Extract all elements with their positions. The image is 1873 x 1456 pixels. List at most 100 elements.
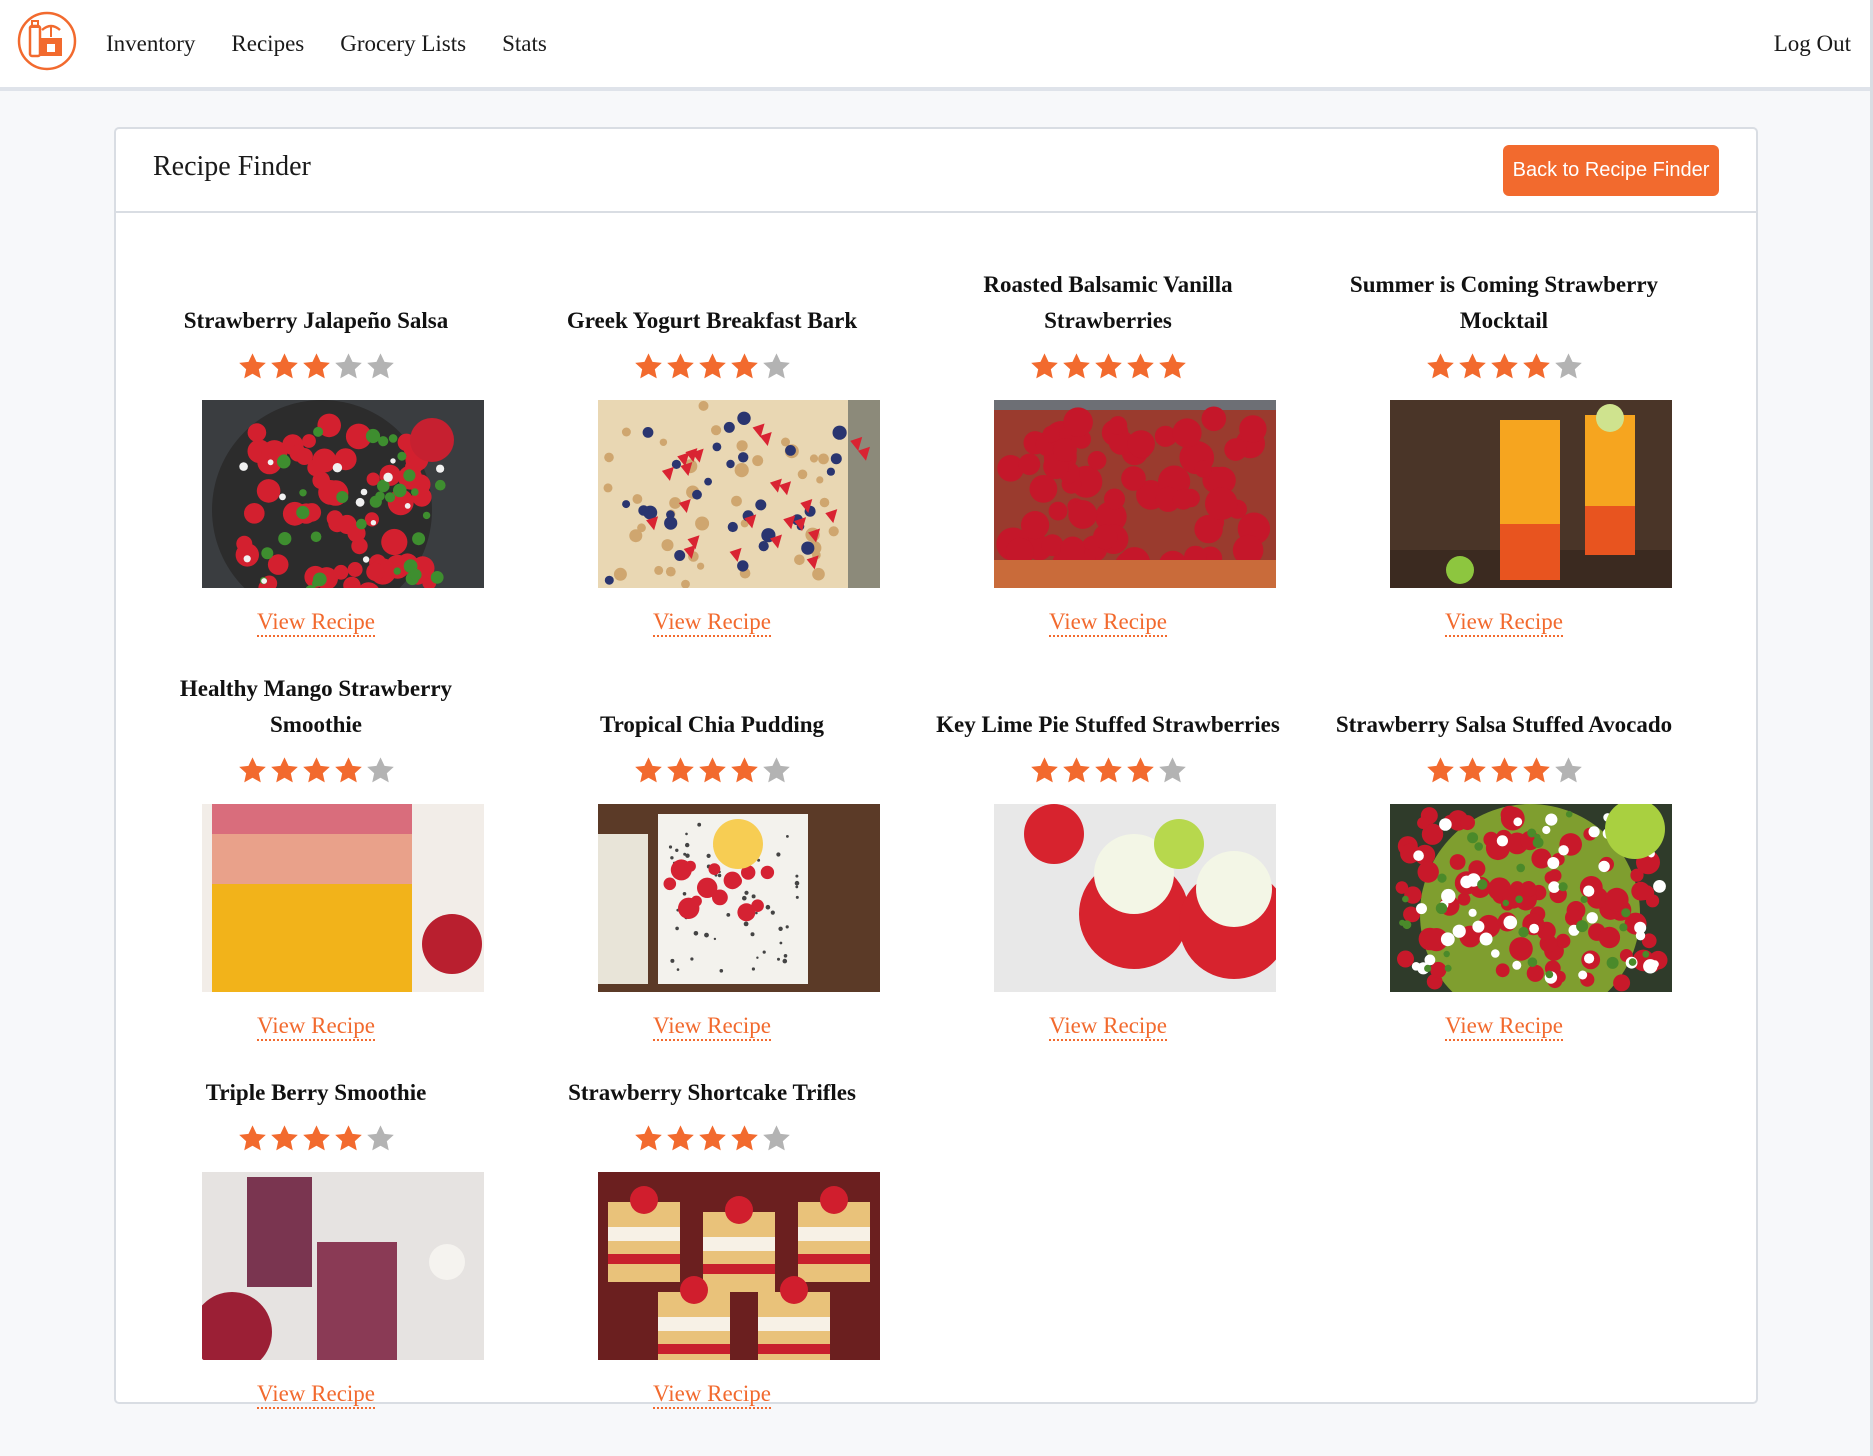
view-recipe-label[interactable]: View Recipe xyxy=(1048,1013,1168,1041)
view-recipe-link[interactable]: View Recipe xyxy=(910,1013,1306,1041)
star-empty-icon xyxy=(366,757,394,783)
star-filled-icon xyxy=(698,757,726,783)
star-empty-icon xyxy=(366,353,394,379)
view-recipe-link[interactable]: View Recipe xyxy=(514,1381,910,1409)
recipe-title: Triple Berry Smoothie xyxy=(205,1080,427,1105)
star-filled-icon xyxy=(1094,353,1122,379)
star-rating xyxy=(910,351,1306,385)
star-rating xyxy=(514,351,910,385)
view-recipe-link[interactable]: View Recipe xyxy=(118,1381,514,1409)
nav-recipes[interactable]: Recipes xyxy=(231,31,304,57)
nav-grocery-lists[interactable]: Grocery Lists xyxy=(340,31,466,57)
star-filled-icon xyxy=(270,1125,298,1151)
recipe-title-wrap: Greek Yogurt Breakfast Bark xyxy=(514,235,910,339)
stuffed-avocado-photo[interactable] xyxy=(1390,804,1672,992)
top-navbar: Inventory Recipes Grocery Lists Stats Lo… xyxy=(0,0,1873,91)
yogurt-bark-photo[interactable] xyxy=(598,400,880,588)
view-recipe-link[interactable]: View Recipe xyxy=(910,609,1306,637)
star-empty-icon xyxy=(762,353,790,379)
star-filled-icon xyxy=(1458,353,1486,379)
recipe-card: Triple Berry Smoothie View Recipe xyxy=(118,1007,514,1409)
recipe-finder-card: Recipe Finder Back to Recipe Finder Stra… xyxy=(114,127,1758,1409)
star-filled-icon xyxy=(1030,353,1058,379)
star-filled-icon xyxy=(238,757,266,783)
roasted-strawberries-tray-photo[interactable] xyxy=(994,400,1276,588)
star-filled-icon xyxy=(730,353,758,379)
star-rating xyxy=(910,755,1306,789)
recipe-title-wrap: Summer is Coming Strawberry Mocktail xyxy=(1306,235,1702,339)
recipe-title: Roasted Balsamic Vanilla Strawberries xyxy=(983,272,1233,333)
star-filled-icon xyxy=(1094,757,1122,783)
view-recipe-link[interactable]: View Recipe xyxy=(1306,609,1702,637)
view-recipe-label[interactable]: View Recipe xyxy=(1444,609,1564,637)
kitchen-pantry-logo-icon[interactable] xyxy=(16,10,78,72)
view-recipe-label[interactable]: View Recipe xyxy=(652,1381,772,1409)
recipe-card: Strawberry Jalapeño Salsa View Recipe xyxy=(118,235,514,637)
star-rating xyxy=(1306,755,1702,789)
logout-link[interactable]: Log Out xyxy=(1774,0,1851,87)
star-rating xyxy=(118,1123,514,1157)
star-filled-icon xyxy=(302,757,330,783)
star-filled-icon xyxy=(1426,757,1454,783)
recipe-card: Tropical Chia Pudding View Recipe xyxy=(514,639,910,1041)
star-filled-icon xyxy=(730,757,758,783)
card-header: Recipe Finder Back to Recipe Finder xyxy=(116,129,1756,213)
recipe-title: Tropical Chia Pudding xyxy=(599,712,825,737)
recipe-title-wrap: Strawberry Salsa Stuffed Avocado xyxy=(1306,639,1702,743)
star-filled-icon xyxy=(666,353,694,379)
star-empty-icon xyxy=(1158,757,1186,783)
star-filled-icon xyxy=(634,757,662,783)
strawberry-salsa-bowl-photo[interactable] xyxy=(202,400,484,588)
star-filled-icon xyxy=(1426,353,1454,379)
nav-links: Inventory Recipes Grocery Lists Stats xyxy=(106,0,583,87)
back-to-recipe-finder-button[interactable]: Back to Recipe Finder xyxy=(1503,145,1719,196)
star-filled-icon xyxy=(238,1125,266,1151)
nav-stats[interactable]: Stats xyxy=(502,31,547,57)
chia-pudding-cups-photo[interactable] xyxy=(598,804,880,992)
star-filled-icon xyxy=(1490,353,1518,379)
stuffed-strawberries-photo[interactable] xyxy=(994,804,1276,992)
star-filled-icon xyxy=(730,1125,758,1151)
view-recipe-label[interactable]: View Recipe xyxy=(652,609,772,637)
star-filled-icon xyxy=(698,353,726,379)
recipe-card: Key Lime Pie Stuffed Strawberries View Re… xyxy=(910,639,1306,1041)
view-recipe-label[interactable]: View Recipe xyxy=(256,609,376,637)
recipe-title: Key Lime Pie Stuffed Strawberries xyxy=(936,712,1280,737)
mocktail-glasses-photo[interactable] xyxy=(1390,400,1672,588)
star-rating xyxy=(514,755,910,789)
star-filled-icon xyxy=(666,757,694,783)
view-recipe-label[interactable]: View Recipe xyxy=(1048,609,1168,637)
star-empty-icon xyxy=(366,1125,394,1151)
star-filled-icon xyxy=(634,353,662,379)
berry-smoothie-glasses-photo[interactable] xyxy=(202,1172,484,1360)
view-recipe-label[interactable]: View Recipe xyxy=(256,1381,376,1409)
view-recipe-link[interactable]: View Recipe xyxy=(118,609,514,637)
view-recipe-link[interactable]: View Recipe xyxy=(1306,1013,1702,1041)
star-filled-icon xyxy=(302,1125,330,1151)
star-filled-icon xyxy=(634,1125,662,1151)
star-filled-icon xyxy=(1458,757,1486,783)
recipe-title: Summer is Coming Strawberry Mocktail xyxy=(1349,272,1659,333)
mango-smoothie-jar-photo[interactable] xyxy=(202,804,484,992)
star-filled-icon xyxy=(302,353,330,379)
shortcake-trifle-jars-photo[interactable] xyxy=(598,1172,880,1360)
recipe-card: Summer is Coming Strawberry Mocktail View… xyxy=(1306,235,1702,637)
star-filled-icon xyxy=(666,1125,694,1151)
recipe-title-wrap: Tropical Chia Pudding xyxy=(514,639,910,743)
recipe-card: Strawberry Shortcake Trifles View Recipe xyxy=(514,1007,910,1409)
recipe-title-wrap: Key Lime Pie Stuffed Strawberries xyxy=(910,639,1306,743)
star-filled-icon xyxy=(1522,757,1550,783)
recipe-card: Strawberry Salsa Stuffed Avocado View Rec… xyxy=(1306,639,1702,1041)
star-filled-icon xyxy=(270,757,298,783)
star-filled-icon xyxy=(238,353,266,379)
recipe-title: Greek Yogurt Breakfast Bark xyxy=(566,308,858,333)
star-empty-icon xyxy=(1554,353,1582,379)
recipe-title: Strawberry Salsa Stuffed Avocado xyxy=(1335,712,1673,737)
nav-inventory[interactable]: Inventory xyxy=(106,31,195,57)
view-recipe-link[interactable]: View Recipe xyxy=(514,609,910,637)
star-empty-icon xyxy=(334,353,362,379)
star-empty-icon xyxy=(1554,757,1582,783)
star-filled-icon xyxy=(1158,353,1186,379)
star-filled-icon xyxy=(334,1125,362,1151)
view-recipe-label[interactable]: View Recipe xyxy=(1444,1013,1564,1041)
